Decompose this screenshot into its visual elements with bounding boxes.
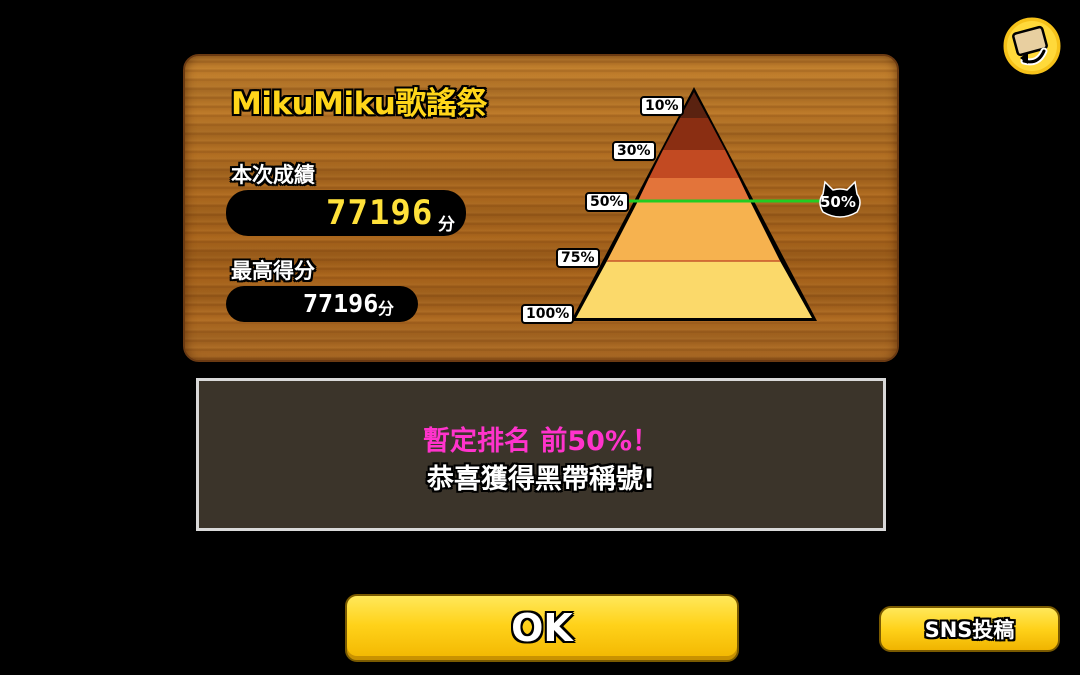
player-rank-marker: 50% [817,180,863,220]
tier-label-30: 30% [612,141,656,161]
best-score-unit: 分 [378,299,395,318]
tier-label-10: 10% [640,96,684,116]
rank-message-box: 暫定排名 前50%！ 恭喜獲得黑帶稱號! [196,378,886,531]
current-score-unit: 分 [438,215,455,235]
event-title: MikuMiku歌謠祭 [231,86,487,122]
sns-post-button-label: SNS投稿 [924,618,1015,642]
pyramid-tier-top [680,92,708,118]
tier-label-50: 50% [585,192,629,212]
best-score-label: 最高得分 [231,259,315,283]
reward-message: 恭喜獲得黑帶稱號! [426,464,656,495]
current-score-label: 本次成績 [231,163,315,187]
current-score-value: 77196 [326,193,434,233]
tier-label-100: 100% [521,304,575,324]
sns-post-button[interactable]: SNS投稿 [879,606,1060,652]
ok-button[interactable]: OK [345,594,739,662]
pyramid-tier-10 [663,118,725,150]
pyramid-tier-100 [576,261,812,318]
return-icon [1000,14,1064,78]
best-score-value: 77196 [303,289,379,318]
rank-message: 暫定排名 前50%！ [422,426,660,457]
back-button[interactable] [1000,14,1064,78]
pyramid-tier-30 [649,150,739,178]
tier-label-75: 75% [556,248,600,268]
player-rank-text: 50% [820,193,856,211]
pyramid-tier-50 [638,178,750,201]
ok-button-label: OK [511,606,573,650]
